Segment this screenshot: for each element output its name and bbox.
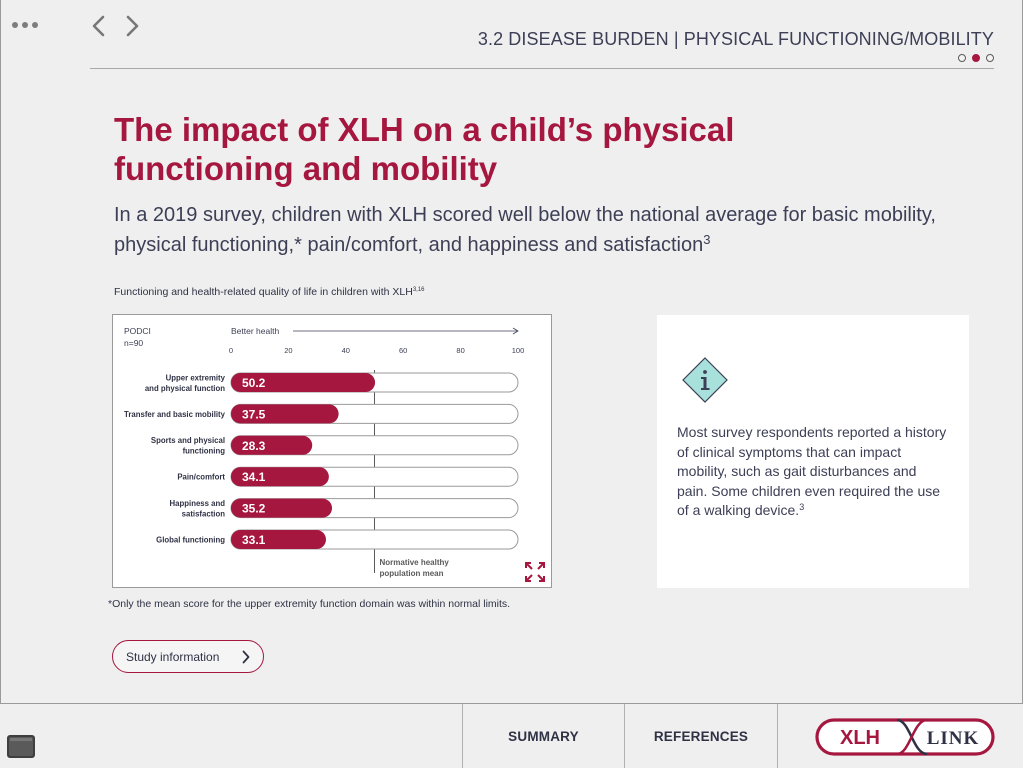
category-label: and physical function xyxy=(145,384,225,393)
bar-value-label: 35.2 xyxy=(242,502,266,516)
info-diamond-icon xyxy=(682,357,728,403)
x-tick-label: 0 xyxy=(229,346,233,355)
x-tick-label: 40 xyxy=(342,346,350,355)
expand-icon[interactable] xyxy=(525,562,545,582)
chart-caption-text: Functioning and health-related quality o… xyxy=(114,286,413,298)
bar-value-label: 34.1 xyxy=(242,470,266,484)
bar-value-label: 37.5 xyxy=(242,407,266,421)
header-divider xyxy=(90,68,994,69)
chart-caption-reference: 3,16 xyxy=(412,287,425,293)
category-label: functioning xyxy=(183,447,226,456)
chart-n-label: n=90 xyxy=(124,338,143,348)
info-card-body: Most survey respondents reported a histo… xyxy=(677,424,947,518)
category-label: Global functioning xyxy=(156,536,225,545)
footnote: *Only the mean score for the upper extre… xyxy=(108,598,511,610)
category-label: Upper extremity xyxy=(166,373,226,382)
xlh-link-logo[interactable]: XLH LINK xyxy=(815,718,995,756)
category-label: Sports and physical xyxy=(151,436,225,445)
page-title: The impact of XLH on a child’s physical … xyxy=(114,111,735,187)
toolbar-divider xyxy=(777,704,778,768)
chevron-right-icon xyxy=(242,650,250,664)
back-arrow-icon[interactable] xyxy=(88,13,110,39)
bar-value-label: 28.3 xyxy=(242,439,266,453)
section-title: 3.2 DISEASE BURDEN | PHYSICAL FUNCTIONIN… xyxy=(477,29,994,49)
summary-button[interactable]: SUMMARY xyxy=(463,704,624,768)
info-card: Most survey respondents reported a histo… xyxy=(657,315,969,588)
normative-mean-label: population mean xyxy=(380,569,444,578)
more-menu-icon[interactable] xyxy=(12,22,38,28)
bar-value-label: 33.1 xyxy=(242,533,266,547)
study-information-button[interactable]: Study information xyxy=(112,640,264,673)
chart-panel: PODCI n=90 Better health 0 20 40 60 80 100 Normat… xyxy=(112,314,552,588)
page-dot[interactable] xyxy=(986,54,994,62)
category-label: Transfer and basic mobility xyxy=(124,410,226,419)
x-tick-label: 100 xyxy=(512,346,525,355)
logo-text-xlh: XLH xyxy=(840,727,880,749)
bar-value-label: 50.2 xyxy=(242,376,266,390)
info-card-text: Most survey respondents reported a histo… xyxy=(677,423,947,521)
page-subtitle: In a 2019 survey, children with XLH scor… xyxy=(114,200,994,260)
study-information-label: Study information xyxy=(126,649,220,664)
keyboard-icon[interactable] xyxy=(6,732,36,760)
category-label: satisfaction xyxy=(182,509,226,518)
normative-mean-label: Normative healthy xyxy=(380,558,450,567)
page-dot[interactable] xyxy=(958,54,966,62)
subtitle-text: In a 2019 survey, children with XLH scor… xyxy=(114,204,936,256)
category-label: Happiness and xyxy=(170,499,226,508)
page-indicator xyxy=(958,54,994,62)
x-tick-label: 60 xyxy=(399,346,407,355)
direction-label: Better health xyxy=(231,326,279,336)
subtitle-reference: 3 xyxy=(703,232,711,247)
logo-text-link: LINK xyxy=(927,728,980,749)
x-tick-label: 20 xyxy=(284,346,292,355)
category-label: Pain/comfort xyxy=(177,473,225,482)
page-dot[interactable] xyxy=(972,54,980,62)
forward-arrow-icon[interactable] xyxy=(121,13,143,39)
info-card-reference: 3 xyxy=(799,502,805,512)
references-button[interactable]: REFERENCES xyxy=(625,704,777,768)
bar-chart: PODCI n=90 Better health 0 20 40 60 80 100 Normat… xyxy=(124,326,545,582)
chart-caption: Functioning and health-related quality o… xyxy=(114,286,425,298)
chart-instrument-label: PODCI xyxy=(124,326,151,336)
x-tick-label: 80 xyxy=(456,346,464,355)
